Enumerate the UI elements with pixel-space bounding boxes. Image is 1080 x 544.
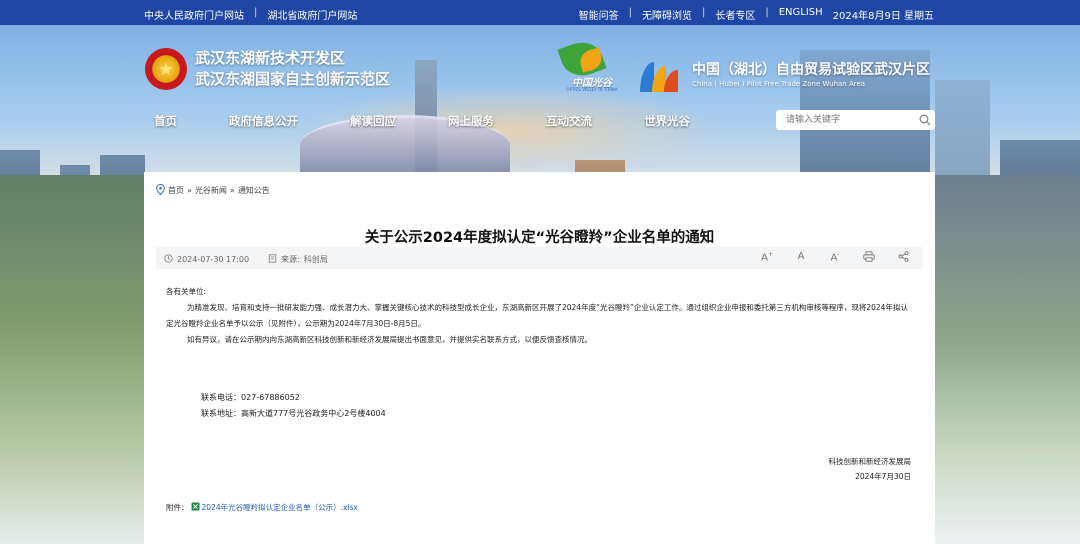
attachment-link[interactable]: 2024年光谷瞪羚拟认定企业名单（公示）.xlsx bbox=[202, 502, 358, 513]
breadcrumb-separator: » bbox=[187, 186, 192, 195]
signature-block: 科技创新和新经济发展局 2024年7月30日 bbox=[829, 454, 912, 484]
ftz-logo: 中国（湖北）自由贸易试验区武汉片区 China ( Hubei ) Pilot … bbox=[640, 58, 930, 92]
signer: 科技创新和新经济发展局 bbox=[828, 457, 912, 466]
search-icon[interactable] bbox=[915, 111, 935, 129]
phone-value: 027-67886052 bbox=[241, 393, 300, 402]
breadcrumb-separator: » bbox=[229, 186, 235, 195]
address-value: 高新大道777号光谷政务中心2号楼4004 bbox=[241, 409, 386, 418]
park-scenery-left bbox=[0, 175, 150, 544]
ftz-name-cn: 中国（湖北）自由贸易试验区武汉片区 bbox=[692, 62, 930, 78]
zone-name-primary: 武汉东湖新技术开发区 bbox=[195, 49, 346, 67]
contact-phone: 联系电话：027-67886052 bbox=[201, 390, 386, 406]
elderly-zone-link[interactable]: 长者专区 bbox=[715, 7, 755, 22]
paragraph: 如有异议，请在公示期内向东湖高新区科技创新和新经济发展局提出书面意见，并提供实名… bbox=[187, 335, 592, 344]
search-box bbox=[776, 110, 935, 130]
top-bar-right-links: 智能问答 | 无障碍浏览 | 长者专区 | ENGLISH 2024年8月9日 … bbox=[579, 7, 934, 22]
top-bar-left-links: 中央人民政府门户网站 | 湖北省政府门户网站 bbox=[144, 7, 357, 22]
sign-date: 2024年7月30日 bbox=[855, 472, 911, 481]
smart-qa-link[interactable]: 智能问答 bbox=[579, 7, 619, 22]
hubei-gov-portal-link[interactable]: 湖北省政府门户网站 bbox=[267, 7, 357, 22]
font-reset-icon[interactable]: A bbox=[793, 251, 809, 265]
contact-info: 联系电话：027-67886052 联系地址：高新大道777号光谷政务中心2号楼… bbox=[201, 390, 386, 422]
ftz-name-en: China ( Hubei ) Pilot Free Trade Zone Wu… bbox=[692, 80, 866, 88]
article-tools: A+ A A- bbox=[759, 251, 911, 265]
national-emblem-icon: ★ bbox=[145, 48, 187, 90]
phone-label: 联系电话： bbox=[201, 393, 241, 402]
article-source: 来源: 科创局 bbox=[268, 254, 328, 265]
paragraph: 为精准发现、培育和支持一批研发能力强、成长潜力大、掌握关键核心技术的科技型成长企… bbox=[166, 303, 908, 328]
attachment-label: 附件： bbox=[166, 503, 189, 512]
share-icon[interactable] bbox=[895, 251, 911, 265]
font-increase-icon[interactable]: A+ bbox=[759, 251, 775, 265]
article-title: 关于公示2024年度拟认定“光谷瞪羚”企业名单的通知 bbox=[364, 230, 715, 246]
park-scenery-right bbox=[930, 175, 1080, 544]
breadcrumb: 首页 » 光谷新闻 » 通知公告 bbox=[156, 183, 270, 197]
salutation: 各有关单位: bbox=[166, 287, 207, 296]
excel-file-icon bbox=[191, 502, 200, 513]
separator: | bbox=[254, 7, 258, 18]
separator: | bbox=[765, 7, 769, 18]
optics-valley-logo: 中国光谷 OPTICS VALLEY OF CHINA bbox=[552, 36, 632, 92]
source-label: 来源: bbox=[281, 255, 300, 264]
article-body: 各有关单位: 为精准发现、培育和支持一批研发能力强、成长潜力大、掌握关键核心技术… bbox=[166, 284, 914, 348]
nav-item-world-optics-valley[interactable]: 世界光谷 bbox=[644, 113, 690, 129]
optics-valley-logo-subtext: OPTICS VALLEY OF CHINA bbox=[566, 87, 618, 92]
breadcrumb-notices[interactable]: 通知公告 bbox=[238, 185, 270, 196]
main-nav: 首页 政府信息公开 解读回应 网上服务 互动交流 世界光谷 bbox=[154, 113, 742, 129]
breadcrumb-news[interactable]: 光谷新闻 bbox=[195, 185, 227, 196]
search-input[interactable] bbox=[776, 111, 915, 129]
site-name: 武汉东湖新技术开发区 武汉东湖国家自主创新示范区 bbox=[195, 48, 390, 90]
nav-item-online-services[interactable]: 网上服务 bbox=[448, 113, 494, 129]
document-icon bbox=[268, 254, 277, 265]
attachment: 附件： 2024年光谷瞪羚拟认定企业名单（公示）.xlsx bbox=[166, 502, 358, 513]
current-date: 2024年8月9日 星期五 bbox=[832, 11, 934, 22]
nav-item-gov-info[interactable]: 政府信息公开 bbox=[229, 113, 298, 129]
source-value: 科创局 bbox=[303, 255, 328, 264]
font-decrease-icon[interactable]: A- bbox=[827, 251, 843, 265]
accessibility-link[interactable]: 无障碍浏览 bbox=[642, 7, 692, 22]
central-gov-portal-link[interactable]: 中央人民政府门户网站 bbox=[144, 7, 244, 22]
address-label: 联系地址： bbox=[201, 409, 241, 418]
top-bar: 中央人民政府门户网站 | 湖北省政府门户网站 智能问答 | 无障碍浏览 | 长者… bbox=[0, 0, 1080, 25]
contact-address: 联系地址：高新大道777号光谷政务中心2号楼4004 bbox=[201, 406, 386, 422]
article-card: 首页 » 光谷新闻 » 通知公告 关于公示2024年度拟认定“光谷瞪羚”企业名单… bbox=[144, 172, 935, 544]
separator: | bbox=[701, 7, 706, 18]
publish-date: 2024-07-30 17:00 bbox=[164, 254, 249, 265]
nav-item-interpretation[interactable]: 解读回应 bbox=[350, 113, 396, 129]
ftz-sail-icon bbox=[640, 58, 684, 92]
english-link[interactable]: ENGLISH bbox=[779, 7, 823, 22]
breadcrumb-home[interactable]: 首页 bbox=[168, 185, 184, 196]
nav-item-interaction[interactable]: 互动交流 bbox=[546, 113, 592, 129]
site-logo[interactable]: ★ 武汉东湖新技术开发区 武汉东湖国家自主创新示范区 bbox=[145, 48, 390, 90]
article-meta-bar: 2024-07-30 17:00 来源: 科创局 A+ A A- bbox=[156, 247, 923, 269]
publish-date-text: 2024-07-30 17:00 bbox=[177, 255, 250, 264]
ftz-name: 中国（湖北）自由贸易试验区武汉片区 China ( Hubei ) Pilot … bbox=[692, 61, 930, 89]
separator: | bbox=[628, 7, 632, 18]
clock-icon bbox=[164, 254, 173, 265]
location-pin-icon bbox=[156, 183, 165, 197]
print-icon[interactable] bbox=[861, 251, 877, 265]
zone-name-secondary: 武汉东湖国家自主创新示范区 bbox=[195, 70, 391, 88]
nav-item-home[interactable]: 首页 bbox=[154, 113, 177, 129]
